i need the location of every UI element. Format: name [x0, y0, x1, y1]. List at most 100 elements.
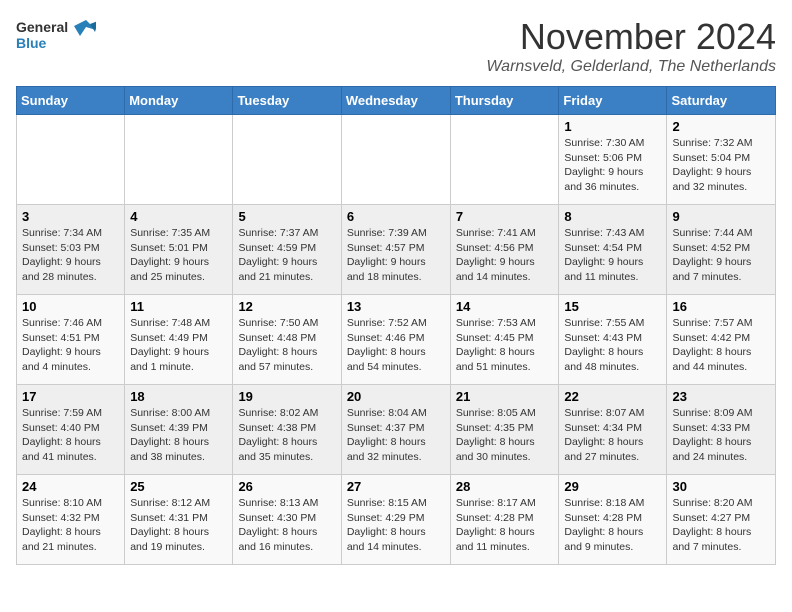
day-info: Sunrise: 8:13 AM Sunset: 4:30 PM Dayligh… [238, 496, 335, 555]
day-info: Sunrise: 7:32 AM Sunset: 5:04 PM Dayligh… [672, 136, 770, 195]
day-info: Sunrise: 7:44 AM Sunset: 4:52 PM Dayligh… [672, 226, 770, 285]
day-info: Sunrise: 8:17 AM Sunset: 4:28 PM Dayligh… [456, 496, 554, 555]
day-info: Sunrise: 8:07 AM Sunset: 4:34 PM Dayligh… [564, 406, 661, 465]
calendar-week-row: 3 Sunrise: 7:34 AM Sunset: 5:03 PM Daylig… [17, 205, 776, 295]
day-info: Sunrise: 8:10 AM Sunset: 4:32 PM Dayligh… [22, 496, 119, 555]
calendar-week-row: 17 Sunrise: 7:59 AM Sunset: 4:40 PM Dayli… [17, 385, 776, 475]
weekday-header-tuesday: Tuesday [233, 87, 341, 115]
day-number: 29 [564, 479, 661, 494]
calendar-day-12: 12Sunrise: 7:50 AM Sunset: 4:48 PM Dayli… [233, 295, 341, 385]
empty-day-cell [233, 115, 341, 205]
calendar-week-row: 10 Sunrise: 7:46 AM Sunset: 4:51 PM Dayli… [17, 295, 776, 385]
day-info: Sunrise: 7:34 AM Sunset: 5:03 PM Dayligh… [22, 226, 119, 285]
calendar-day-17: 17 Sunrise: 7:59 AM Sunset: 4:40 PM Dayli… [17, 385, 125, 475]
day-info: Sunrise: 8:09 AM Sunset: 4:33 PM Dayligh… [672, 406, 770, 465]
day-number: 10 [22, 299, 119, 314]
day-number: 6 [347, 209, 445, 224]
day-info: Sunrise: 8:15 AM Sunset: 4:29 PM Dayligh… [347, 496, 445, 555]
calendar-day-9: 9 Sunrise: 7:44 AM Sunset: 4:52 PM Daylig… [667, 205, 776, 295]
calendar-day-14: 14 Sunrise: 7:53 AM Sunset: 4:45 PM Dayli… [450, 295, 559, 385]
calendar-day-11: 11Sunrise: 7:48 AM Sunset: 4:49 PM Dayli… [125, 295, 233, 385]
logo-svg: General Blue [16, 16, 96, 60]
calendar-day-16: 16 Sunrise: 7:57 AM Sunset: 4:42 PM Dayli… [667, 295, 776, 385]
day-number: 22 [564, 389, 661, 404]
day-number: 14 [456, 299, 554, 314]
calendar-day-22: 22 Sunrise: 8:07 AM Sunset: 4:34 PM Dayli… [559, 385, 667, 475]
day-info: Sunrise: 7:35 AM Sunset: 5:01 PM Dayligh… [130, 226, 227, 285]
logo: General Blue [16, 16, 96, 60]
calendar-day-26: 26 Sunrise: 8:13 AM Sunset: 4:30 PM Dayli… [233, 475, 341, 565]
calendar-day-15: 15Sunrise: 7:55 AM Sunset: 4:43 PM Dayli… [559, 295, 667, 385]
calendar-day-28: 28 Sunrise: 8:17 AM Sunset: 4:28 PM Dayli… [450, 475, 559, 565]
svg-text:Blue: Blue [16, 35, 47, 51]
weekday-header-sunday: Sunday [17, 87, 125, 115]
calendar-day-18: 18Sunrise: 8:00 AM Sunset: 4:39 PM Dayli… [125, 385, 233, 475]
day-info: Sunrise: 7:39 AM Sunset: 4:57 PM Dayligh… [347, 226, 445, 285]
calendar-week-row: 1Sunrise: 7:30 AM Sunset: 5:06 PM Daylig… [17, 115, 776, 205]
day-info: Sunrise: 7:59 AM Sunset: 4:40 PM Dayligh… [22, 406, 119, 465]
day-info: Sunrise: 7:37 AM Sunset: 4:59 PM Dayligh… [238, 226, 335, 285]
calendar-day-6: 6 Sunrise: 7:39 AM Sunset: 4:57 PM Daylig… [341, 205, 450, 295]
calendar-day-30: 30Sunrise: 8:20 AM Sunset: 4:27 PM Dayli… [667, 475, 776, 565]
day-number: 27 [347, 479, 445, 494]
svg-text:General: General [16, 19, 68, 35]
weekday-header-friday: Friday [559, 87, 667, 115]
day-number: 20 [347, 389, 445, 404]
day-number: 3 [22, 209, 119, 224]
day-info: Sunrise: 8:12 AM Sunset: 4:31 PM Dayligh… [130, 496, 227, 555]
day-number: 21 [456, 389, 554, 404]
day-number: 16 [672, 299, 770, 314]
calendar-header-row: SundayMondayTuesdayWednesdayThursdayFrid… [17, 87, 776, 115]
calendar-day-1: 1Sunrise: 7:30 AM Sunset: 5:06 PM Daylig… [559, 115, 667, 205]
day-info: Sunrise: 8:18 AM Sunset: 4:28 PM Dayligh… [564, 496, 661, 555]
calendar-day-23: 23 Sunrise: 8:09 AM Sunset: 4:33 PM Dayli… [667, 385, 776, 475]
page-header: General Blue November 2024 Warnsveld, Ge… [16, 16, 776, 76]
calendar-day-7: 7 Sunrise: 7:41 AM Sunset: 4:56 PM Daylig… [450, 205, 559, 295]
day-info: Sunrise: 7:46 AM Sunset: 4:51 PM Dayligh… [22, 316, 119, 375]
day-number: 5 [238, 209, 335, 224]
title-section: November 2024 Warnsveld, Gelderland, The… [486, 16, 776, 76]
day-info: Sunrise: 7:41 AM Sunset: 4:56 PM Dayligh… [456, 226, 554, 285]
calendar-day-20: 20 Sunrise: 8:04 AM Sunset: 4:37 PM Dayli… [341, 385, 450, 475]
calendar-table: SundayMondayTuesdayWednesdayThursdayFrid… [16, 86, 776, 565]
day-number: 25 [130, 479, 227, 494]
day-number: 8 [564, 209, 661, 224]
calendar-day-2: 2 Sunrise: 7:32 AM Sunset: 5:04 PM Daylig… [667, 115, 776, 205]
calendar-day-25: 25 Sunrise: 8:12 AM Sunset: 4:31 PM Dayli… [125, 475, 233, 565]
day-info: Sunrise: 7:43 AM Sunset: 4:54 PM Dayligh… [564, 226, 661, 285]
day-number: 4 [130, 209, 227, 224]
day-number: 19 [238, 389, 335, 404]
day-number: 23 [672, 389, 770, 404]
calendar-day-8: 8 Sunrise: 7:43 AM Sunset: 4:54 PM Daylig… [559, 205, 667, 295]
day-number: 11 [130, 299, 227, 314]
calendar-day-21: 21 Sunrise: 8:05 AM Sunset: 4:35 PM Dayli… [450, 385, 559, 475]
day-number: 9 [672, 209, 770, 224]
calendar-day-10: 10 Sunrise: 7:46 AM Sunset: 4:51 PM Dayli… [17, 295, 125, 385]
empty-day-cell [341, 115, 450, 205]
day-info: Sunrise: 8:05 AM Sunset: 4:35 PM Dayligh… [456, 406, 554, 465]
day-info: Sunrise: 8:04 AM Sunset: 4:37 PM Dayligh… [347, 406, 445, 465]
location-subtitle: Warnsveld, Gelderland, The Netherlands [486, 58, 776, 76]
weekday-header-wednesday: Wednesday [341, 87, 450, 115]
day-number: 17 [22, 389, 119, 404]
empty-day-cell [17, 115, 125, 205]
day-info: Sunrise: 7:57 AM Sunset: 4:42 PM Dayligh… [672, 316, 770, 375]
month-title: November 2024 [486, 16, 776, 58]
day-number: 7 [456, 209, 554, 224]
day-info: Sunrise: 7:53 AM Sunset: 4:45 PM Dayligh… [456, 316, 554, 375]
empty-day-cell [450, 115, 559, 205]
day-number: 12 [238, 299, 335, 314]
day-info: Sunrise: 7:52 AM Sunset: 4:46 PM Dayligh… [347, 316, 445, 375]
day-number: 13 [347, 299, 445, 314]
day-number: 15 [564, 299, 661, 314]
day-number: 2 [672, 119, 770, 134]
calendar-day-13: 13 Sunrise: 7:52 AM Sunset: 4:46 PM Dayli… [341, 295, 450, 385]
day-number: 26 [238, 479, 335, 494]
weekday-header-saturday: Saturday [667, 87, 776, 115]
day-info: Sunrise: 8:20 AM Sunset: 4:27 PM Dayligh… [672, 496, 770, 555]
day-info: Sunrise: 8:02 AM Sunset: 4:38 PM Dayligh… [238, 406, 335, 465]
day-info: Sunrise: 8:00 AM Sunset: 4:39 PM Dayligh… [130, 406, 227, 465]
weekday-header-monday: Monday [125, 87, 233, 115]
day-number: 28 [456, 479, 554, 494]
calendar-day-3: 3 Sunrise: 7:34 AM Sunset: 5:03 PM Daylig… [17, 205, 125, 295]
